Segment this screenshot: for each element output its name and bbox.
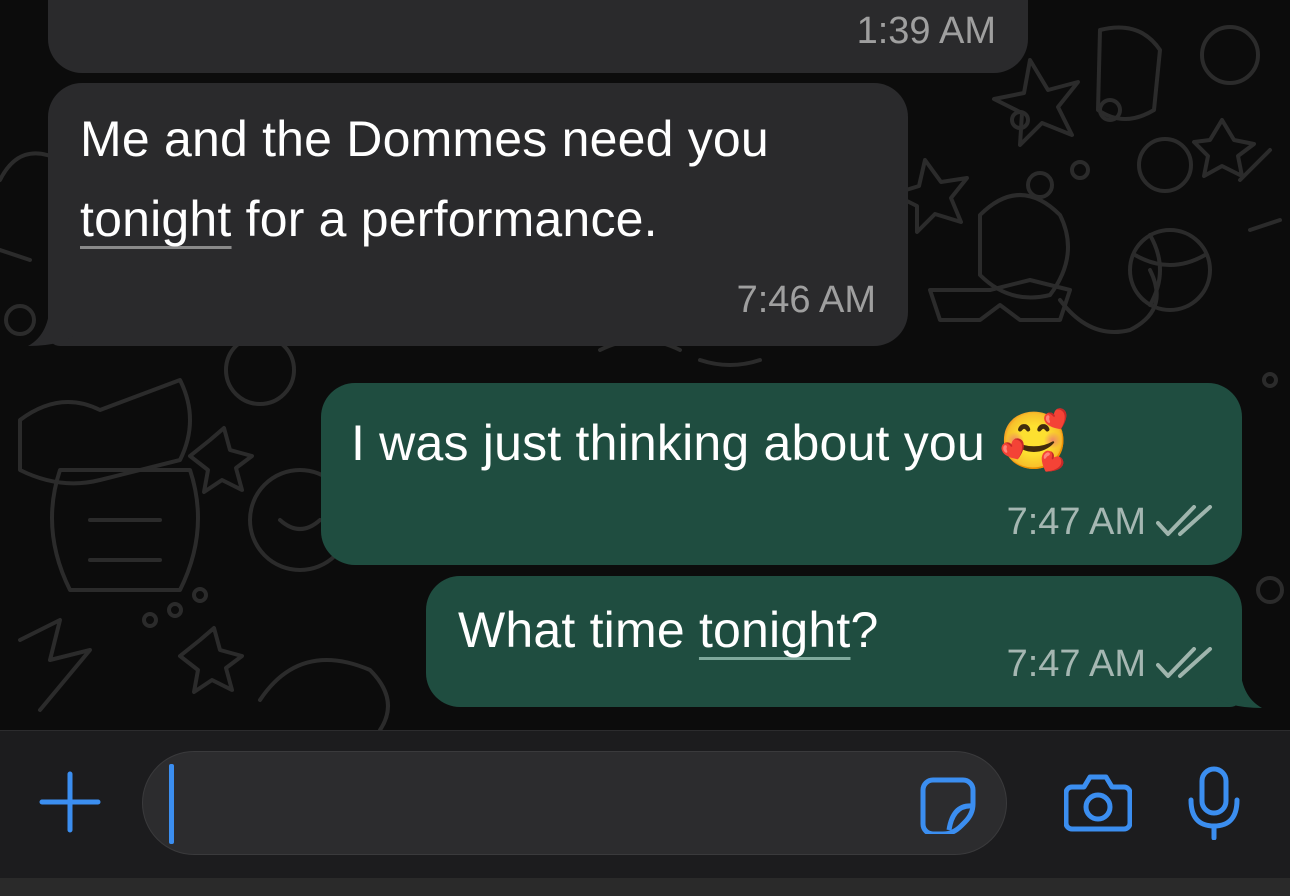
chat-background: 1:39 AM Me and the Dommes need you tonig… <box>0 0 1290 730</box>
message-bubble-incoming[interactable]: Me and the Dommes need you tonight for a… <box>48 83 908 346</box>
message-line-rest: for a performance. <box>231 191 658 247</box>
message-bubble-outgoing[interactable]: I was just thinking about you 🥰 7:47 AM <box>321 383 1242 565</box>
message-line: tonight for a performance. <box>80 179 769 259</box>
message-line: Me and the Dommes need you <box>80 111 769 167</box>
message-text: What time tonight? <box>458 590 879 670</box>
read-double-check-icon <box>1156 647 1212 678</box>
microphone-icon[interactable] <box>1186 766 1242 840</box>
home-indicator-area <box>0 878 1290 896</box>
spellcheck-word[interactable]: tonight <box>80 191 232 247</box>
bubble-tail <box>28 300 78 346</box>
read-double-check-icon <box>1156 505 1212 536</box>
spellcheck-word[interactable]: tonight <box>699 602 851 658</box>
message-text: Me and the Dommes need you tonight for a… <box>80 99 769 259</box>
sticker-icon[interactable] <box>919 776 977 834</box>
message-text: I was just thinking about you 🥰 <box>351 401 1069 483</box>
message-line: I was just thinking about you <box>351 415 1000 471</box>
text-caret <box>169 764 174 844</box>
smiling-face-with-hearts-emoji: 🥰 <box>999 409 1069 472</box>
message-line-suffix: ? <box>850 602 879 658</box>
bubble-tail <box>1212 662 1262 708</box>
message-timestamp: 7:47 AM <box>1006 501 1146 543</box>
message-bubble-incoming[interactable]: 1:39 AM <box>48 0 1028 73</box>
message-timestamp: 7:47 AM <box>1006 643 1146 685</box>
message-bubble-outgoing[interactable]: What time tonight? 7:47 AM <box>426 576 1242 707</box>
plus-icon[interactable] <box>38 770 102 834</box>
message-input[interactable] <box>142 751 1007 855</box>
message-timestamp: 1:39 AM <box>856 10 996 52</box>
message-line: What time <box>458 602 699 658</box>
camera-icon[interactable] <box>1064 773 1132 833</box>
message-timestamp: 7:46 AM <box>736 279 876 321</box>
